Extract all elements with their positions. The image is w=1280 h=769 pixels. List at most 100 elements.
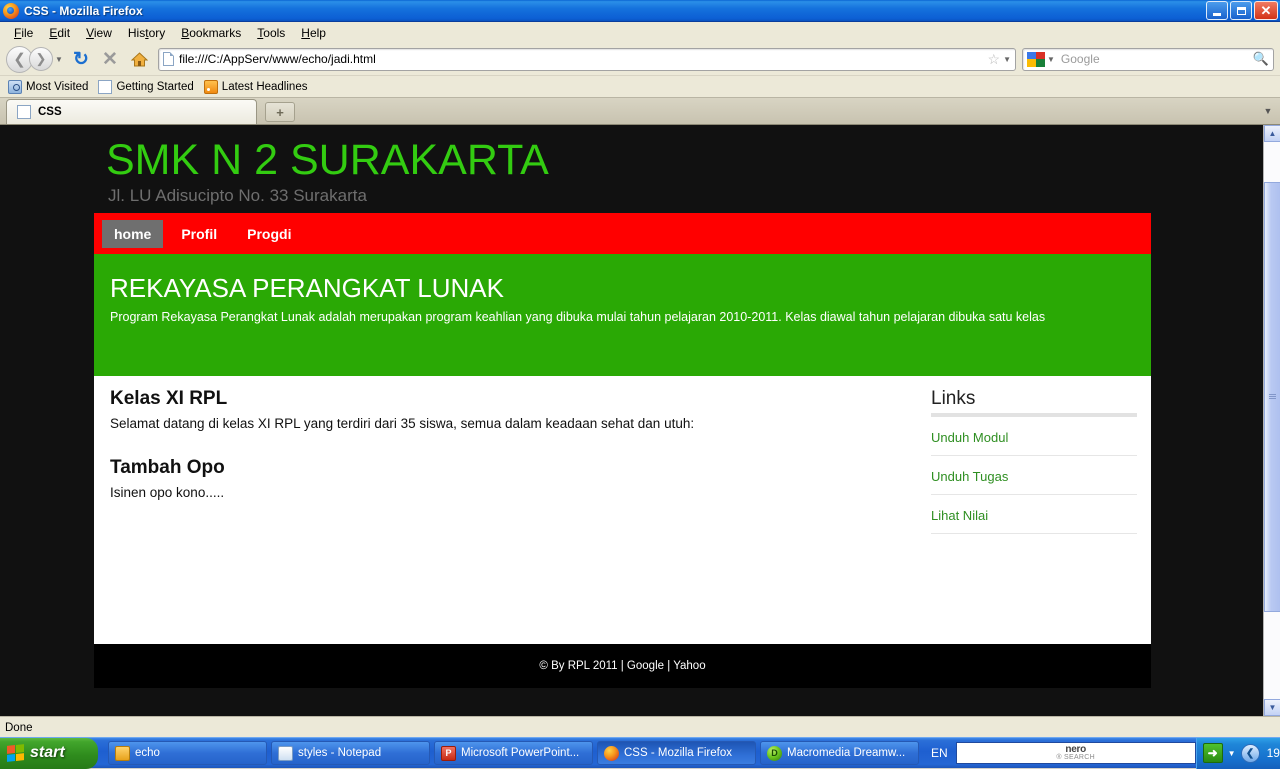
taskbar-item-echo[interactable]: echo — [108, 741, 267, 765]
nero-sub-label: ® SEARCH — [1056, 753, 1096, 761]
menu-file[interactable]: File — [6, 24, 41, 42]
maximize-button[interactable] — [1230, 1, 1252, 20]
windows-flag-icon — [7, 744, 24, 762]
banner: REKAYASA PERANGKAT LUNAK Program Rekayas… — [94, 254, 1151, 376]
status-bar: Done — [0, 716, 1280, 738]
forward-icon[interactable]: ❯ — [29, 47, 53, 71]
page-icon — [163, 52, 174, 66]
go-arrow-icon[interactable]: ➜ — [1202, 743, 1223, 763]
bookmark-getting-started[interactable]: Getting Started — [96, 79, 199, 95]
page-scrollbar[interactable]: ▲ ▼ — [1263, 125, 1280, 716]
dreamweaver-icon: D — [767, 745, 782, 761]
taskbar-item-label: styles - Notepad — [298, 747, 382, 759]
search-icon[interactable]: 🔍 — [1253, 51, 1269, 67]
menu-help[interactable]: Help — [293, 24, 334, 42]
window-controls: ✕ — [1206, 1, 1278, 20]
notepad-icon — [278, 745, 293, 761]
home-icon[interactable] — [126, 46, 152, 72]
new-tab-label: + — [276, 104, 284, 120]
page-viewport: SMK N 2 SURAKARTA Jl. LU Adisucipto No. … — [0, 125, 1280, 716]
bookmark-latest-headlines[interactable]: Latest Headlines — [202, 79, 314, 95]
navigation-toolbar: ❮ ❯ ▼ ↻ ✕ file:///C:/AppServ/www/echo/ja… — [0, 43, 1280, 76]
stop-icon[interactable]: ✕ — [97, 46, 123, 72]
task-buttons: echo styles - Notepad P Microsoft PowerP… — [108, 741, 919, 765]
powerpoint-icon: P — [441, 745, 456, 761]
rss-icon — [203, 79, 218, 94]
sidebar-link-unduh-tugas[interactable]: Unduh Tugas — [931, 469, 1008, 484]
menu-edit[interactable]: Edit — [41, 24, 78, 42]
search-bar[interactable]: ▼ Google 🔍 — [1022, 47, 1274, 71]
taskbar-item-notepad[interactable]: styles - Notepad — [271, 741, 430, 765]
minimize-button[interactable] — [1206, 1, 1228, 20]
bookmark-most-visited[interactable]: Most Visited — [6, 79, 94, 95]
clock[interactable]: 19:35 — [1267, 746, 1280, 760]
document-icon — [98, 79, 113, 94]
sidebar-title: Links — [931, 388, 976, 409]
url-bar[interactable]: file:///C:/AppServ/www/echo/jadi.html ☆ … — [158, 47, 1016, 71]
site-subtitle: Jl. LU Adisucipto No. 33 Surakarta — [108, 186, 367, 205]
language-indicator[interactable]: EN — [931, 746, 948, 760]
scrollbar-track[interactable] — [1264, 142, 1280, 699]
sidebar: Links Unduh Modul Unduh Tugas Lihat Nila… — [931, 376, 1151, 644]
bookmark-label: Most Visited — [26, 80, 89, 93]
web-page: SMK N 2 SURAKARTA Jl. LU Adisucipto No. … — [0, 125, 1263, 716]
main-paragraph-1: Selamat datang di kelas XI RPL yang terd… — [110, 416, 695, 431]
nero-search-bar[interactable]: nero ® SEARCH — [955, 742, 1196, 764]
main-column: Kelas XI RPL Selamat datang di kelas XI … — [94, 376, 931, 644]
close-button[interactable]: ✕ — [1254, 1, 1278, 20]
new-tab-button[interactable]: + — [265, 102, 295, 122]
list-item[interactable]: Unduh Tugas — [931, 456, 1137, 495]
firefox-icon — [3, 2, 19, 19]
site-header: SMK N 2 SURAKARTA Jl. LU Adisucipto No. … — [0, 125, 1263, 207]
menu-bookmarks[interactable]: Bookmarks — [173, 24, 249, 42]
tray-expand-icon[interactable]: ❮ — [1240, 743, 1260, 763]
scroll-down-icon[interactable]: ▼ — [1264, 699, 1280, 716]
taskbar-item-firefox[interactable]: CSS - Mozilla Firefox — [597, 741, 756, 765]
tab-label: CSS — [38, 106, 62, 118]
banner-title: REKAYASA PERANGKAT LUNAK — [110, 273, 504, 303]
tab-list-chevron-down-icon[interactable]: ▼ — [1258, 101, 1278, 121]
start-button[interactable]: start — [0, 737, 98, 769]
sidebar-link-lihat-nilai[interactable]: Lihat Nilai — [931, 508, 988, 523]
chevron-down-icon[interactable]: ▼ — [53, 55, 65, 64]
nero-brand-label: nero — [1065, 743, 1086, 755]
site-nav: home Profil Progdi — [94, 213, 1151, 254]
list-item[interactable]: Lihat Nilai — [931, 495, 1137, 534]
bookmark-label: Getting Started — [116, 80, 194, 93]
menu-bar: File Edit View History Bookmarks Tools H… — [0, 22, 1280, 43]
chevron-down-icon[interactable]: ▼ — [1003, 55, 1011, 64]
start-label: start — [30, 744, 65, 761]
site-footer: © By RPL 2011 | Google | Yahoo — [94, 644, 1151, 688]
bookmark-star-icon[interactable]: ☆ — [988, 51, 1001, 68]
browser-window: CSS - Mozilla Firefox ✕ File Edit View H… — [0, 0, 1280, 738]
chevron-down-icon[interactable]: ▼ — [1228, 749, 1236, 758]
taskbar-item-powerpoint[interactable]: P Microsoft PowerPoint... — [434, 741, 593, 765]
taskbar-item-label: echo — [135, 747, 160, 759]
sidebar-link-unduh-modul[interactable]: Unduh Modul — [931, 430, 1008, 445]
reload-icon[interactable]: ↻ — [68, 46, 94, 72]
banner-description: Program Rekayasa Perangkat Lunak adalah … — [110, 310, 1046, 324]
folder-icon — [115, 745, 130, 761]
nav-item-progdi[interactable]: Progdi — [235, 220, 303, 248]
menu-tools[interactable]: Tools — [249, 24, 293, 42]
chevron-down-icon[interactable]: ▼ — [1047, 55, 1055, 64]
content-area: Kelas XI RPL Selamat datang di kelas XI … — [94, 376, 1151, 644]
search-input[interactable]: Google — [1055, 52, 1253, 66]
taskbar-item-label: Macromedia Dreamw... — [787, 747, 906, 759]
scrollbar-thumb[interactable] — [1264, 182, 1280, 612]
nav-item-home[interactable]: home — [102, 219, 164, 248]
taskbar-item-dreamweaver[interactable]: D Macromedia Dreamw... — [760, 741, 919, 765]
system-tray: ➜ ▼ ❮ 19:35 — [1195, 737, 1280, 769]
taskbar-item-label: Microsoft PowerPoint... — [461, 747, 580, 759]
url-text[interactable]: file:///C:/AppServ/www/echo/jadi.html — [179, 52, 988, 66]
nav-item-profil[interactable]: Profil — [169, 220, 229, 248]
main-paragraph-2: Isinen opo kono..... — [110, 485, 225, 500]
taskbar: start echo styles - Notepad P Microsoft … — [0, 737, 1280, 769]
tab-css[interactable]: CSS — [6, 99, 257, 124]
site-title: SMK N 2 SURAKARTA — [106, 136, 549, 184]
menu-history[interactable]: History — [120, 24, 173, 42]
menu-view[interactable]: View — [78, 24, 120, 42]
scroll-up-icon[interactable]: ▲ — [1264, 125, 1280, 142]
status-text: Done — [5, 721, 33, 734]
list-item[interactable]: Unduh Modul — [931, 417, 1137, 456]
